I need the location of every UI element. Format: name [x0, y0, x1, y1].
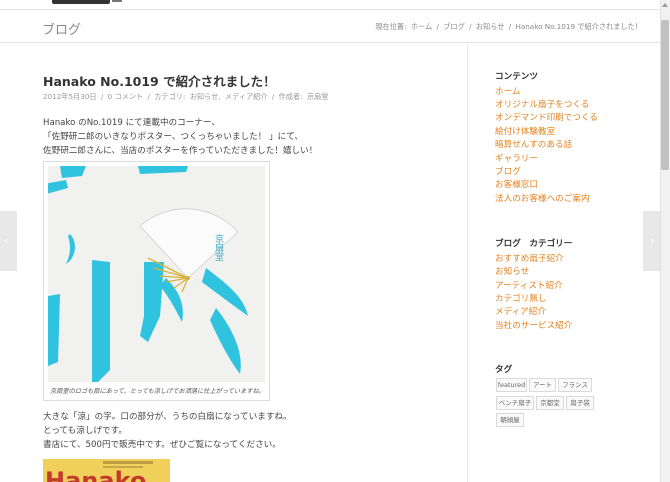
post-paragraph-line: 大きな「涼」の字。口の部分が、うちの白扇になっていますね。	[43, 412, 292, 422]
breadcrumb-prefix: 現在位置:	[375, 22, 407, 31]
post-paragraph-line: とっても涼しげです。	[43, 426, 127, 436]
post-date[interactable]: 2012年5月30日	[43, 92, 97, 101]
site-header-strip	[0, 0, 670, 9]
sidebar-link-original-fan[interactable]: オリジナル扇子をつくる	[495, 98, 589, 110]
sidebar-category-recommended[interactable]: おすすめ扇子紹介	[495, 252, 564, 264]
post-paragraph-line: 佐野研二郎さんに、当店のポスターを作っていただきました！嬉しい！	[43, 146, 318, 156]
tag-kyotodo[interactable]: 京都堂	[536, 396, 564, 410]
post-comments-link[interactable]: 0 コメント	[108, 92, 144, 101]
breadcrumb-sep: /	[436, 22, 439, 31]
sidebar-divider	[467, 44, 468, 482]
sidebar-link-gallery[interactable]: ギャラリー	[495, 152, 538, 164]
breadcrumb-news[interactable]: お知らせ	[476, 22, 505, 31]
next-post-tab[interactable]: ›	[643, 211, 660, 271]
post-author[interactable]: 京扇堂	[307, 92, 329, 101]
sidebar-link-painting-class[interactable]: 絵付け体験教室	[495, 125, 555, 137]
sidebar-tags-heading: タグ	[495, 365, 513, 375]
magazine-title-text: Hanako	[45, 467, 146, 482]
sidebar-category-artists[interactable]: アーティスト紹介	[495, 279, 563, 291]
sidebar-category-uncategorized[interactable]: カテゴリ無し	[495, 292, 547, 304]
tag-asagaoya[interactable]: 朝顔屋	[496, 413, 524, 427]
prev-post-tab[interactable]: ‹	[0, 211, 17, 271]
breadcrumb-blog[interactable]: ブログ	[443, 22, 465, 31]
site-logo[interactable]	[52, 0, 122, 7]
meta-sep: /	[147, 92, 150, 101]
breadcrumb-current: Hanako No.1019 で紹介されました！	[515, 22, 642, 31]
breadcrumb-sep: /	[508, 22, 512, 31]
page-scrollbar[interactable]	[660, 0, 670, 482]
section-title[interactable]: ブログ	[42, 19, 81, 38]
sidebar-contents-heading: コンテンツ	[495, 72, 538, 82]
chevron-right-icon: ›	[650, 234, 655, 247]
meta-sep: /	[100, 92, 104, 101]
sidebar-category-heading: ブログ カテゴリー	[495, 239, 573, 249]
poster-brand-text: 京扇堂	[213, 233, 224, 261]
poster-image[interactable]: 京扇堂	[48, 166, 265, 382]
poster-figure: 京扇堂 京扇堂のロゴも扇にあって、とっても涼しげでお洒落に仕上がっていますね。	[43, 161, 270, 401]
meta-sep: /	[271, 92, 275, 101]
chevron-left-icon: ‹	[4, 234, 9, 247]
sidebar-link-story[interactable]: 暗算せんすのある話	[495, 138, 572, 150]
tag-art[interactable]: アート	[529, 378, 556, 392]
sidebar-link-home[interactable]: ホーム	[495, 85, 521, 97]
magazine-cover-image[interactable]: Hanako	[43, 459, 170, 482]
post-title[interactable]: Hanako No.1019 で紹介されました！	[43, 71, 276, 90]
sidebar-category-services[interactable]: 当社のサービス紹介	[495, 319, 572, 331]
tag-fan-bag[interactable]: 扇子袋	[566, 396, 594, 410]
page-title-bar: ブログ 現在位置: ホーム / ブログ / お知らせ / Hanako No.1…	[0, 9, 660, 43]
sidebar-category-news[interactable]: お知らせ	[495, 265, 529, 277]
post-paragraph-line: 書店にて、500円で販売中です。ぜひご覧になってください。	[43, 440, 281, 450]
sidebar-link-on-demand[interactable]: オンデマンド印刷でつくる	[495, 111, 598, 123]
figure-caption: 京扇堂のロゴも扇にあって、とっても涼しげでお洒落に仕上がっていますね。	[50, 388, 265, 395]
tag-france[interactable]: フランス	[558, 378, 592, 392]
tag-featured[interactable]: featured	[496, 378, 527, 392]
sidebar-link-blog[interactable]: ブログ	[495, 165, 521, 177]
post-category-label: カテゴリ:	[154, 92, 186, 101]
post-category-media[interactable]: メディア紹介	[225, 92, 268, 101]
post-paragraph-line: 「佐野研二郎のいきなりポスター、つくっちゃいました！ 」にて、	[43, 132, 304, 142]
breadcrumb-sep: /	[469, 22, 472, 31]
sidebar-link-corporate[interactable]: 法人のお客様へのご案内	[495, 192, 590, 204]
tag-bench-fan[interactable]: ベンチ扇子	[496, 396, 534, 410]
sidebar-link-customer-desk[interactable]: お客様窓口	[495, 178, 538, 190]
post-author-label: 作成者:	[278, 92, 303, 101]
breadcrumb: 現在位置: ホーム / ブログ / お知らせ / Hanako No.1019 …	[375, 22, 644, 32]
post-paragraph-line: Hanako のNo.1019 にて連載中のコーナー、	[43, 118, 221, 128]
breadcrumb-home[interactable]: ホーム	[411, 22, 432, 31]
scrollbar-thumb[interactable]	[661, 20, 669, 170]
sidebar-category-media[interactable]: メディア紹介	[495, 305, 546, 317]
scroll-up-arrow-icon[interactable]	[662, 3, 668, 7]
post-meta: 2012年5月30日 / 0 コメント / カテゴリ: お知らせ, メディア紹介…	[43, 92, 330, 102]
post-category-news[interactable]: お知らせ,	[190, 92, 221, 101]
